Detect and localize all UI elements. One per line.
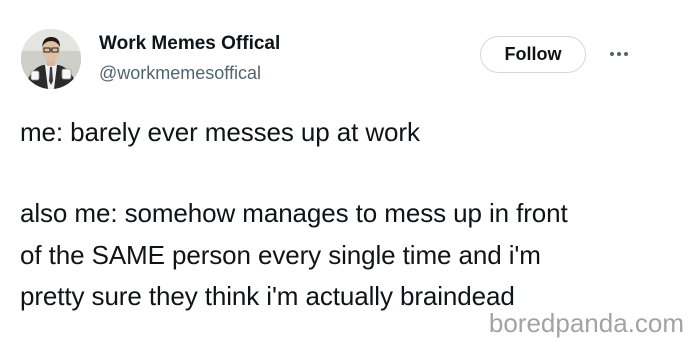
tweet-text-line: me: barely ever messes up at work [20,117,420,147]
avatar[interactable] [21,29,81,89]
tweet-text-line: of the SAME person every single time and… [20,240,541,270]
more-options-button[interactable] [604,42,634,66]
more-horizontal-icon [610,52,628,56]
boredpanda-watermark: boredpanda.com [488,308,684,338]
follow-button[interactable]: Follow [480,36,586,73]
avatar-photo [21,29,81,89]
author-handle[interactable]: @workmemesoffical [99,63,261,84]
author-display-name[interactable]: Work Memes Offical [99,33,280,55]
tweet-text-line: also me: somehow manages to mess up in f… [20,198,568,228]
tweet-text-line: pretty sure they think i'm actually brai… [20,281,515,311]
